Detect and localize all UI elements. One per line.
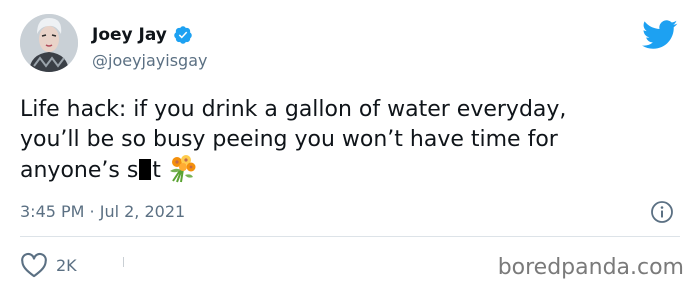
- censor-block: [139, 159, 152, 180]
- like-button[interactable]: 2K: [20, 252, 77, 278]
- tweet-line-3-end: t: [152, 158, 161, 183]
- like-count: 2K: [56, 255, 77, 275]
- tweet-line-3-start: anyone’s s: [20, 158, 139, 183]
- author-name[interactable]: Joey Jay: [92, 25, 193, 45]
- author-name-text: Joey Jay: [92, 25, 167, 45]
- separator-mark: [123, 257, 124, 267]
- avatar[interactable]: [20, 14, 78, 72]
- bouquet-icon: [169, 155, 196, 183]
- heart-icon: [21, 252, 47, 278]
- tweet-text: Life hack: if you drink a gallon of wate…: [20, 95, 680, 186]
- watermark: boredpanda.com: [497, 255, 684, 280]
- tweet-timestamp[interactable]: 3:45 PM · Jul 2, 2021: [20, 202, 185, 222]
- divider: [20, 236, 680, 237]
- twitter-bird-icon[interactable]: [642, 20, 678, 50]
- author-handle[interactable]: @joeyjayisgay: [92, 51, 207, 71]
- tweet-line-2: you’ll be so busy peeing you won’t have …: [20, 127, 558, 152]
- verified-badge-icon: [174, 26, 192, 44]
- info-icon[interactable]: [650, 200, 674, 224]
- tweet-line-1: Life hack: if you drink a gallon of wate…: [20, 97, 567, 122]
